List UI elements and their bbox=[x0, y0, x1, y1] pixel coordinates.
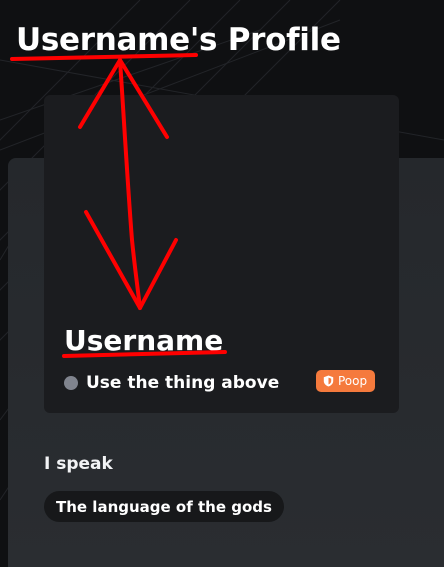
profile-badge[interactable]: Poop bbox=[316, 370, 376, 392]
shield-icon bbox=[323, 375, 334, 387]
card-username: Username bbox=[64, 324, 224, 357]
badge-label: Poop bbox=[338, 374, 368, 388]
page-title-username: Username bbox=[16, 22, 190, 58]
profile-card: Username Use the thing above Poop bbox=[44, 95, 399, 413]
language-chip[interactable]: The language of the gods bbox=[44, 491, 284, 522]
page-title: Username's Profile bbox=[16, 18, 341, 62]
status-dot-icon bbox=[64, 376, 78, 390]
status-row: Use the thing above bbox=[64, 371, 279, 395]
status-text: Use the thing above bbox=[86, 373, 280, 393]
page-title-suffix: 's Profile bbox=[189, 22, 341, 58]
languages-heading: I speak bbox=[44, 454, 113, 474]
